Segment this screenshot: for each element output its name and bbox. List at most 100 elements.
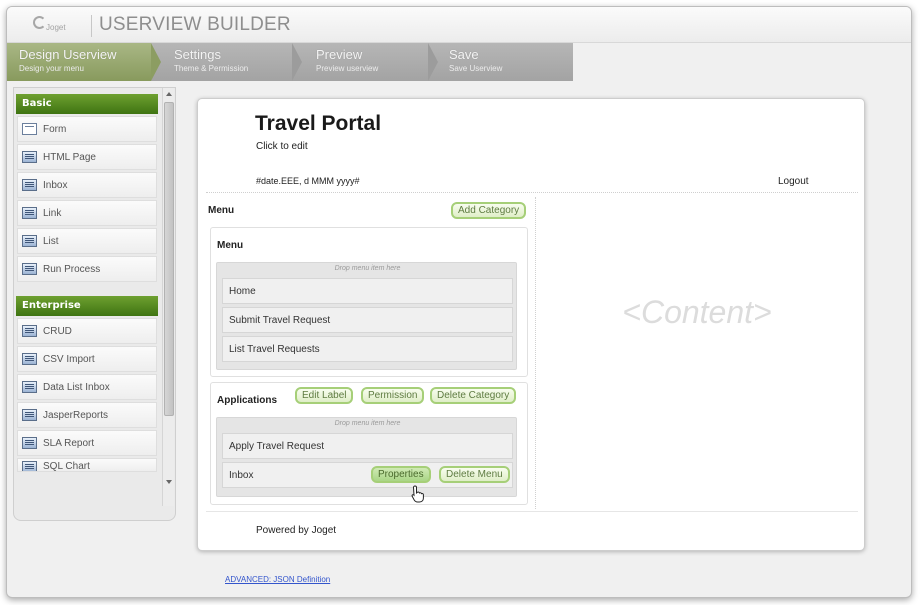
sql-chart-icon [22, 461, 37, 471]
palette-item-jasperreports[interactable]: JasperReports [17, 402, 157, 428]
palette-item-list[interactable]: List [17, 228, 157, 254]
jasperreports-icon [22, 409, 37, 421]
menu-item-label: Apply Travel Request [229, 441, 325, 452]
palette-item-label: Form [43, 123, 67, 135]
palette-item-html-page[interactable]: HTML Page [17, 144, 157, 170]
menu-item-label: Inbox [229, 470, 254, 481]
builder-window: Joget USERVIEW BUILDER Design Userview D… [6, 6, 912, 598]
menu-item-list-travel-requests[interactable]: List Travel Requests [222, 336, 513, 362]
form-icon [22, 123, 37, 135]
step-subtitle: Design your menu [19, 64, 84, 73]
palette-item-label: HTML Page [43, 151, 96, 163]
category-title[interactable]: Menu [217, 240, 243, 251]
top-header: Joget USERVIEW BUILDER [7, 7, 911, 43]
palette-item-run-process[interactable]: Run Process [17, 256, 157, 282]
palette-category-basic: Basic [16, 94, 158, 114]
step-title: Settings [174, 47, 221, 62]
app-title: USERVIEW BUILDER [99, 14, 291, 35]
step-design-userview[interactable]: Design Userview Design your menu [7, 43, 161, 81]
hand-pointer-icon [411, 485, 424, 503]
palette-scrollbar[interactable] [162, 88, 174, 506]
edit-label-button[interactable]: Edit Label [295, 387, 354, 404]
content-placeholder: <Content> [622, 294, 772, 330]
menu-item-submit-travel-request[interactable]: Submit Travel Request [222, 307, 513, 333]
footer-text: Powered by Joget [256, 525, 337, 536]
delete-category-button[interactable]: Delete Category [430, 387, 517, 404]
step-title: Preview [316, 47, 363, 62]
properties-button[interactable]: Properties [371, 466, 431, 483]
palette-item-label: CRUD [43, 325, 72, 337]
category-title[interactable]: Applications [217, 395, 277, 406]
scroll-up-arrow-icon[interactable] [166, 92, 172, 96]
userview-description[interactable]: Click to edit [256, 141, 308, 152]
sla-report-icon [22, 437, 37, 449]
menu-item-apply-travel-request[interactable]: Apply Travel Request [222, 433, 513, 459]
step-save[interactable]: Save Save Userview [437, 43, 573, 81]
crud-icon [22, 325, 37, 337]
inbox-icon [22, 179, 37, 191]
data-list-inbox-icon [22, 381, 37, 393]
menu-column-title: Menu [208, 205, 235, 216]
step-title: Save [449, 47, 479, 62]
palette-item-label: CSV Import [43, 353, 95, 365]
category-menu[interactable]: Menu Drop menu item here Home Submit Tra… [210, 227, 528, 377]
wizard-steps: Design Userview Design your menu Setting… [7, 43, 573, 81]
userview-footer[interactable]: Powered by Joget [206, 511, 858, 551]
menu-dropzone[interactable]: Drop menu item here Home Submit Travel R… [216, 262, 517, 370]
delete-menu-button[interactable]: Delete Menu [439, 466, 510, 483]
userview-name[interactable]: Travel Portal [255, 112, 381, 136]
step-arrow-icon [428, 43, 438, 81]
run-process-icon [22, 263, 37, 275]
permission-button[interactable]: Permission [361, 387, 425, 404]
palette-item-label: Data List Inbox [43, 381, 110, 393]
step-subtitle: Preview userview [316, 64, 379, 73]
palette-list: Basic Form HTML Page Inbox Link List Run… [14, 88, 160, 508]
userview-header[interactable]: Travel Portal Click to edit #date.EEE, d… [206, 105, 858, 193]
step-subtitle: Theme & Permission [174, 64, 249, 73]
joget-logo: Joget [33, 16, 71, 38]
palette-item-link[interactable]: Link [17, 200, 157, 226]
add-category-button[interactable]: Add Category [451, 202, 527, 219]
step-arrow-icon [151, 43, 161, 81]
menu-item-label: List Travel Requests [229, 344, 320, 355]
scrollbar-thumb[interactable] [164, 102, 174, 416]
palette-item-sql-chart[interactable]: SQL Chart [17, 458, 157, 472]
palette-item-form[interactable]: Form [17, 116, 157, 142]
advanced-json-link[interactable]: ADVANCED: JSON Definition [225, 575, 330, 584]
palette-item-sla-report[interactable]: SLA Report [17, 430, 157, 456]
palette-item-label: List [43, 235, 59, 247]
drop-hint: Drop menu item here [334, 265, 401, 272]
menu-item-home[interactable]: Home [222, 278, 513, 304]
logout-link[interactable]: Logout [778, 176, 809, 187]
palette-item-crud[interactable]: CRUD [17, 318, 157, 344]
element-palette: Basic Form HTML Page Inbox Link List Run… [13, 87, 176, 521]
palette-item-label: JasperReports [43, 409, 109, 421]
drop-hint: Drop menu item here [334, 420, 401, 427]
palette-item-csv-import[interactable]: CSV Import [17, 346, 157, 372]
logo-text: Joget [46, 23, 66, 32]
step-subtitle: Save Userview [449, 64, 503, 73]
content-area: <Content> [536, 197, 858, 509]
date-format-text: #date.EEE, d MMM yyyy# [256, 176, 360, 186]
palette-item-label: Run Process [43, 263, 101, 275]
html-page-icon [22, 151, 37, 163]
category-applications[interactable]: Applications Edit Label Permission Delet… [210, 382, 528, 505]
step-settings[interactable]: Settings Theme & Permission [162, 43, 302, 81]
step-arrow-icon [292, 43, 302, 81]
scroll-down-arrow-icon[interactable] [166, 480, 172, 484]
menu-item-inbox[interactable]: Inbox Properties Delete Menu [222, 462, 513, 488]
menu-item-label: Submit Travel Request [229, 315, 331, 326]
applications-dropzone[interactable]: Drop menu item here Apply Travel Request… [216, 417, 517, 497]
palette-category-enterprise: Enterprise [16, 296, 158, 316]
palette-item-label: Inbox [43, 179, 68, 191]
palette-item-label: SLA Report [43, 437, 95, 449]
palette-item-data-list-inbox[interactable]: Data List Inbox [17, 374, 157, 400]
logo-swirl-icon [33, 16, 46, 29]
palette-item-inbox[interactable]: Inbox [17, 172, 157, 198]
menu-item-label: Home [229, 286, 256, 297]
csv-import-icon [22, 353, 37, 365]
step-title: Design Userview [19, 47, 117, 62]
step-preview[interactable]: Preview Preview userview [304, 43, 438, 81]
palette-item-label: Link [43, 207, 62, 219]
title-divider [91, 15, 92, 37]
